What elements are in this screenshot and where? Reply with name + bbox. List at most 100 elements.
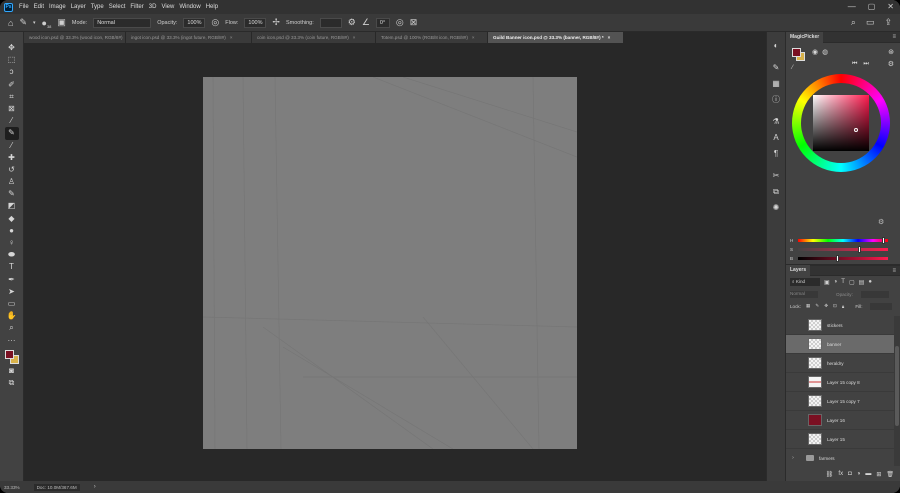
adjustments-panel-icon[interactable]: ⚗ (769, 114, 783, 130)
menu-image[interactable]: Image (49, 4, 66, 10)
color-wheel[interactable] (792, 74, 890, 172)
menu-help[interactable]: Help (206, 4, 218, 10)
clone-stamp-tool-icon[interactable]: ♙ (5, 176, 19, 188)
blur-tool-icon[interactable]: ● (5, 225, 19, 237)
layer-style-icon[interactable]: fx (838, 471, 843, 477)
layer-row-layer-15-copy-8[interactable]: Layer 15 copy 8 (786, 373, 894, 392)
lasso-tool-icon[interactable]: ↄ (5, 66, 19, 78)
layer-row-layer-15-copy-7[interactable]: Layer 15 copy 7 (786, 392, 894, 411)
brush-settings-panel-icon[interactable]: ✺ (769, 200, 783, 216)
layer-row-layer-15[interactable]: Layer 15 (786, 430, 894, 449)
lock-all-icon[interactable]: 🔒︎ (842, 304, 844, 309)
opacity-input[interactable]: 100% (183, 17, 206, 28)
shape-filter-icon[interactable]: ▢ (849, 279, 855, 286)
quick-mask-icon[interactable]: ◙ (5, 365, 19, 377)
close-icon[interactable]: × (608, 35, 611, 40)
layer-kind-filter[interactable]: ⌕ Kind (790, 278, 820, 286)
link-layers-icon[interactable]: ⛓ (826, 471, 834, 478)
angle-icon[interactable]: ∠ (362, 17, 370, 28)
marquee-tool-icon[interactable]: ⬚ (5, 54, 19, 66)
foreground-color-swatch[interactable] (792, 48, 801, 57)
paragraph-panel-icon[interactable]: ¶ (769, 146, 783, 162)
gear-icon[interactable]: ⚙ (348, 17, 356, 28)
tab-coin-icon[interactable]: coin icon.psd @ 33.3% (coin future, RGB/… (252, 32, 376, 43)
type-tool-icon[interactable]: T (5, 261, 19, 273)
learn-panel-icon[interactable]: ✎ (769, 60, 783, 76)
type-filter-icon[interactable]: T (841, 279, 845, 285)
share-icon[interactable]: ⇪ (884, 17, 892, 28)
tab-guild-banner-icon[interactable]: Guild Banner icon.psd @ 33.3% (banner, R… (488, 32, 624, 43)
eraser-tool-icon[interactable]: ◩ (5, 200, 19, 212)
close-icon[interactable]: × (353, 35, 356, 40)
wheel-mode-icon[interactable]: ◉ (812, 48, 818, 56)
flow-input[interactable]: 100% (244, 17, 267, 28)
gear-icon[interactable]: ⚙ (878, 218, 884, 226)
minimize-icon[interactable]: — (848, 2, 856, 11)
panel-menu-icon[interactable]: ≡ (892, 268, 896, 274)
symmetry-icon[interactable]: ⊠ (410, 17, 418, 28)
art-history-brush-tool-icon[interactable]: ✎ (5, 188, 19, 200)
lock-paint-icon[interactable]: ✎ (815, 303, 819, 309)
lock-position-icon[interactable]: ✥ (824, 303, 828, 309)
airbrush-icon[interactable]: ✢ (272, 17, 280, 28)
channels-panel-icon[interactable]: ⧉ (769, 184, 783, 200)
next-icon[interactable]: ⏭ (863, 61, 868, 68)
swap-colors-icon[interactable]: ⊛ (888, 48, 894, 56)
zoom-tool-icon[interactable]: ⌕ (5, 322, 19, 334)
panel-menu-icon[interactable]: ≡ (892, 34, 896, 40)
fill-input[interactable] (869, 302, 892, 310)
layer-row-stickers[interactable]: stickers (786, 316, 894, 335)
lock-pixels-icon[interactable]: ▦ (806, 303, 810, 309)
menu-3d[interactable]: 3D (149, 4, 157, 10)
healing-brush-tool-icon[interactable]: ✚ (5, 152, 19, 164)
menu-select[interactable]: Select (109, 4, 126, 10)
filter-toggle-icon[interactable]: ● (868, 279, 872, 285)
home-icon[interactable]: ⌂ (8, 18, 13, 28)
close-icon[interactable]: × (472, 35, 475, 40)
path-select-tool-icon[interactable]: ➤ (5, 286, 19, 298)
libraries-panel-icon[interactable]: ▦ (769, 76, 783, 92)
zoom-level[interactable]: 33.33% (4, 485, 20, 490)
search-icon[interactable]: ⌕ (851, 17, 856, 28)
tab-ingot-icon[interactable]: ingot icon.psd @ 33.3% (ingot future, RG… (126, 32, 252, 43)
tab-layers[interactable]: Layers (786, 265, 811, 276)
crop-tool-icon[interactable]: ⌗ (5, 91, 19, 103)
trash-icon[interactable]: 🗑︎ (886, 471, 894, 478)
more-tools-icon[interactable]: ··· (5, 335, 19, 347)
brush-tool-preset-icon[interactable]: ✎ (19, 17, 27, 28)
screen-mode-icon[interactable]: ⧉ (5, 377, 19, 389)
chevron-right-icon[interactable]: › (94, 484, 96, 490)
brush-settings-icon[interactable]: ▣ (57, 17, 66, 28)
blend-mode-select[interactable]: Normal (790, 290, 818, 298)
brush-tool-icon[interactable]: ✎ (4, 127, 19, 140)
workspace-icon[interactable]: ▭ (866, 17, 875, 28)
dodge-tool-icon[interactable]: ♀ (5, 237, 19, 249)
frame-tool-icon[interactable]: ⊠ (5, 103, 19, 115)
tool-presets-icon[interactable]: ✂ (769, 168, 783, 184)
saturation-slider[interactable]: S (790, 246, 896, 253)
layer-row-heraldry[interactable]: heraldry (786, 354, 894, 373)
adjustment-layer-icon[interactable]: ◑ (857, 471, 861, 477)
color-panel-icon[interactable]: ◐ (769, 38, 783, 54)
quick-select-tool-icon[interactable]: ✐ (5, 79, 19, 91)
previous-icon[interactable]: ⏮ (852, 61, 857, 68)
menu-edit[interactable]: Edit (34, 4, 44, 10)
pressure-size-icon[interactable]: ◎ (396, 17, 404, 28)
angle-input[interactable]: 0° (375, 17, 390, 28)
lock-artboard-icon[interactable]: ⊡ (833, 303, 837, 309)
hand-tool-icon[interactable]: ✋ (5, 310, 19, 322)
menu-layer[interactable]: Layer (71, 4, 86, 10)
eyedropper-icon[interactable]: ⁄ (792, 65, 793, 71)
smart-object-filter-icon[interactable]: ▤ (859, 279, 865, 286)
tab-wood-icon[interactable]: wood icon.psd @ 33.3% (wood icon, RGB/8#… (24, 32, 126, 43)
settings-icon[interactable]: ⚙ (888, 60, 894, 68)
close-icon[interactable]: × (230, 35, 233, 40)
menu-window[interactable]: Window (179, 4, 200, 10)
history-brush-tool-icon[interactable]: ↺ (5, 164, 19, 176)
character-panel-icon[interactable]: A (769, 130, 783, 146)
saturation-brightness-square[interactable] (813, 95, 869, 151)
pen-tool-icon[interactable]: ✒ (5, 274, 19, 286)
canvas[interactable] (203, 77, 577, 449)
menu-view[interactable]: View (161, 4, 174, 10)
add-mask-icon[interactable]: ◘ (848, 471, 852, 477)
